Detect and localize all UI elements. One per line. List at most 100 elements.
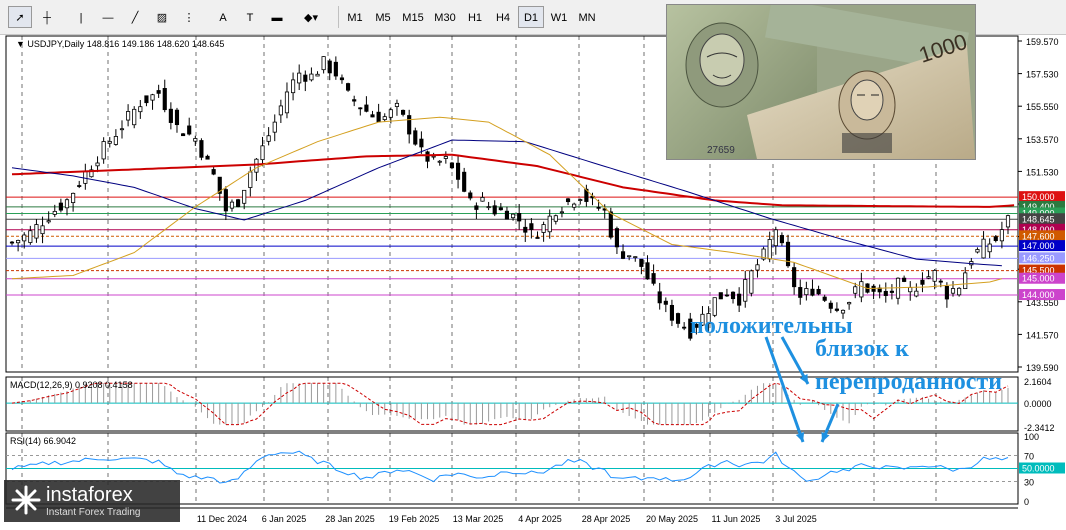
candle-body-48	[303, 74, 308, 82]
candle-body-19	[126, 111, 131, 121]
timeframe-w1[interactable]: W1	[546, 6, 572, 28]
candle-body-39	[248, 171, 253, 188]
candle-body-153	[944, 286, 949, 300]
candle-body-154	[950, 288, 956, 294]
candle-body-146	[902, 277, 907, 282]
horizontal-line-tool[interactable]: —	[96, 6, 120, 28]
candle-body-78	[486, 206, 491, 209]
price-label-9: 141.570	[1026, 330, 1059, 340]
candle-body-144	[889, 290, 894, 293]
timeframe-d1[interactable]: D1	[518, 6, 544, 28]
rsi-axis-label-1: 70	[1024, 452, 1034, 462]
candle-body-117	[724, 294, 729, 297]
candle-body-118	[730, 291, 736, 300]
candle-body-125	[773, 229, 778, 247]
logo-name: instaforex	[46, 484, 133, 506]
candle-body-105	[651, 273, 656, 284]
candle-body-127	[785, 241, 791, 267]
candle-body-96	[596, 206, 601, 209]
cursor-tool[interactable]: ➚	[8, 6, 32, 28]
instaforex-logo-icon	[11, 485, 41, 515]
level-tag-label-5: 147.600	[1022, 231, 1055, 241]
annotation-line-2: близок к	[815, 336, 909, 362]
candle-body-163	[1005, 215, 1011, 228]
macd-title: MACD(12,26,9) 0.9208 0.4158	[10, 380, 133, 390]
x-tick-label-3: 28 Jan 2025	[325, 514, 375, 524]
level-tag-label-7: 146.250	[1022, 253, 1055, 263]
fibonacci-tool[interactable]: ⋮	[177, 6, 201, 28]
candle-body-74	[462, 171, 467, 192]
candle-body-158	[975, 249, 980, 253]
candle-body-155	[957, 287, 962, 296]
candle-body-21	[138, 106, 143, 113]
candle-body-129	[798, 287, 803, 298]
candle-body-72	[449, 162, 455, 169]
candle-body-64	[400, 109, 406, 115]
rsi-axis-label-4: 0	[1024, 497, 1029, 507]
candle-body-149	[920, 279, 925, 285]
vertical-line-tool[interactable]: |	[69, 6, 93, 28]
x-tick-label-1: 11 Dec 2024	[197, 514, 247, 524]
svg-text:27659: 27659	[707, 145, 735, 156]
candle-body-73	[455, 162, 461, 180]
level-tag-label-6: 147.000	[1022, 241, 1055, 251]
price-label-0: 159.570	[1026, 37, 1059, 47]
candle-body-4	[34, 224, 39, 239]
logo-subtitle: Instant Forex Trading	[46, 507, 141, 518]
x-tick-label-2: 6 Jan 2025	[262, 514, 307, 524]
candle-body-104	[645, 262, 650, 280]
candle-body-67	[419, 138, 424, 148]
channel-tool[interactable]: ▨	[150, 6, 174, 28]
candle-body-108	[669, 304, 674, 321]
rectangle-tool[interactable]: ▬	[265, 6, 289, 28]
candle-body-43	[272, 121, 277, 133]
macd-axis-label-1: 0.0000	[1024, 399, 1052, 409]
timeframe-m1[interactable]: M1	[342, 6, 368, 28]
candle-body-122	[755, 264, 760, 271]
timeframe-h4[interactable]: H4	[490, 6, 516, 28]
candle-body-16	[107, 141, 112, 144]
candle-body-41	[260, 145, 265, 161]
timeframe-h1[interactable]: H1	[462, 6, 488, 28]
timeframe-mn[interactable]: MN	[574, 6, 600, 28]
candle-body-66	[413, 130, 418, 145]
candle-body-10	[71, 192, 76, 204]
candle-body-137	[847, 302, 852, 305]
price-label-10: 139.590	[1026, 363, 1059, 373]
candle-body-86	[535, 237, 540, 239]
candle-body-24	[156, 90, 161, 94]
label-tool[interactable]: T	[238, 6, 262, 28]
candle-body-143	[883, 290, 888, 296]
timeframe-m15[interactable]: M15	[398, 6, 428, 28]
rsi-axis-label-3: 30	[1024, 478, 1034, 488]
toolbar-separator	[338, 6, 339, 28]
price-label-1: 157.530	[1026, 70, 1059, 80]
candle-body-54	[339, 77, 345, 81]
candle-body-5	[40, 225, 45, 235]
candle-body-77	[480, 197, 485, 202]
rsi-title: RSI(14) 66.9042	[10, 436, 76, 446]
timeframe-m30[interactable]: M30	[430, 6, 460, 28]
candle-body-27	[174, 109, 180, 126]
candle-body-130	[804, 288, 809, 296]
shapes-menu-tool[interactable]: ◆▾	[299, 6, 323, 28]
candle-body-75	[468, 192, 473, 199]
candle-body-160	[987, 243, 992, 253]
candle-body-124	[767, 239, 772, 260]
candle-body-9	[64, 199, 70, 209]
candle-body-100	[620, 251, 626, 259]
candle-body-6	[46, 220, 51, 223]
crosshair-tool[interactable]: ┼	[35, 6, 59, 28]
timeframe-m5[interactable]: M5	[370, 6, 396, 28]
main-title: ▼ USDJPY,Daily 148.816 149.186 148.620 1…	[16, 39, 224, 49]
candle-body-26	[168, 108, 173, 123]
text-tool[interactable]: A	[211, 6, 235, 28]
candle-body-14	[95, 162, 100, 167]
annotation-line-3: перепроданности	[815, 369, 1003, 395]
candle-body-31	[199, 140, 204, 158]
candle-body-159	[981, 238, 986, 259]
candle-body-2	[22, 234, 27, 242]
candle-body-150	[926, 276, 931, 279]
candle-body-30	[193, 138, 198, 142]
trendline-tool[interactable]: ╱	[123, 6, 147, 28]
